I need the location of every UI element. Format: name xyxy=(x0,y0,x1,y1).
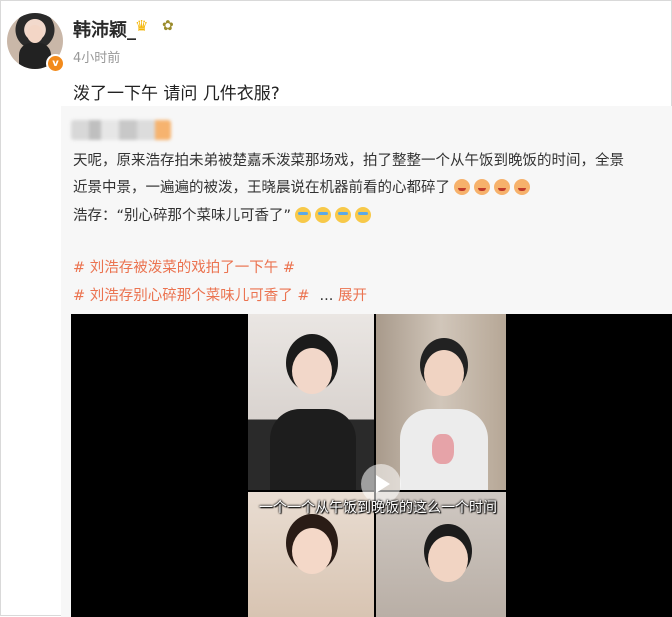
expand-link[interactable]: 展开 xyxy=(338,288,367,304)
avatar-face xyxy=(27,25,43,43)
video-player[interactable]: 一个一个从午饭到晚饭的这么一个时间 xyxy=(71,314,672,617)
person-head xyxy=(292,528,332,574)
ellipsis: ... xyxy=(319,288,334,304)
laugh-cry-emoji-icon xyxy=(295,207,312,223)
repost-text-line: 天呢，原来浩存拍未弟被楚嘉禾泼菜那场戏，拍了整整一个从午饭到晚饭的时间，全景 xyxy=(73,153,624,169)
sunflower-icon[interactable]: ✿ xyxy=(162,18,174,34)
repost-quote: 浩存：“别心碎那个菜味儿可香了” xyxy=(73,208,292,224)
post-text: 泼了一下午 请问 几件衣服? xyxy=(73,84,280,104)
shirt-print xyxy=(432,434,454,464)
person-head xyxy=(424,350,464,396)
username[interactable]: 韩沛颖_ xyxy=(73,16,136,42)
laugh-cry-emoji-icon xyxy=(355,207,372,223)
weibo-post-card: v 韩沛颖_ ♛ ✿ 4小时前 泼了一下午 请问 几件衣服? 天呢，原来浩存拍未… xyxy=(0,0,672,617)
crown-icon[interactable]: ♛ xyxy=(135,17,148,35)
sob-emoji-icon xyxy=(514,179,530,195)
video-subtitle: 一个一个从午饭到晚饭的这么一个时间 xyxy=(259,500,497,516)
laugh-cry-emoji-icon xyxy=(335,207,352,223)
hashtag-link[interactable]: # 刘浩存别心碎那个菜味儿可香了 # xyxy=(73,288,310,304)
hashtag-line: # 刘浩存别心碎那个菜味儿可香了 #... 展开 xyxy=(73,284,367,305)
post-time[interactable]: 4小时前 xyxy=(73,47,120,66)
play-icon[interactable] xyxy=(361,464,401,504)
sob-emoji-icon xyxy=(494,179,510,195)
person-head xyxy=(292,348,332,394)
video-tile-top-right xyxy=(376,314,506,490)
blurred-author-name[interactable] xyxy=(71,120,171,140)
sob-emoji-icon xyxy=(454,179,470,195)
verified-badge-icon: v xyxy=(46,54,65,73)
repost-text-line: 近景中景，一遍遍的被泼，王晓晨说在机器前看的心都碎了 xyxy=(73,176,530,197)
person-shirt xyxy=(270,409,356,490)
repost-box[interactable]: 天呢，原来浩存拍未弟被楚嘉禾泼菜那场戏，拍了整整一个从午饭到晚饭的时间，全景 近… xyxy=(61,106,672,617)
repost-text-line: 浩存：“别心碎那个菜味儿可香了” xyxy=(73,204,372,225)
laugh-cry-emoji-icon xyxy=(315,207,332,223)
sob-emoji-icon xyxy=(474,179,490,195)
hashtag-link[interactable]: # 刘浩存被泼菜的戏拍了一下午 # xyxy=(73,256,295,277)
repost-text: 近景中景，一遍遍的被泼，王晓晨说在机器前看的心都碎了 xyxy=(73,180,450,196)
person-head xyxy=(428,536,468,582)
video-tile-top-left xyxy=(248,314,374,490)
